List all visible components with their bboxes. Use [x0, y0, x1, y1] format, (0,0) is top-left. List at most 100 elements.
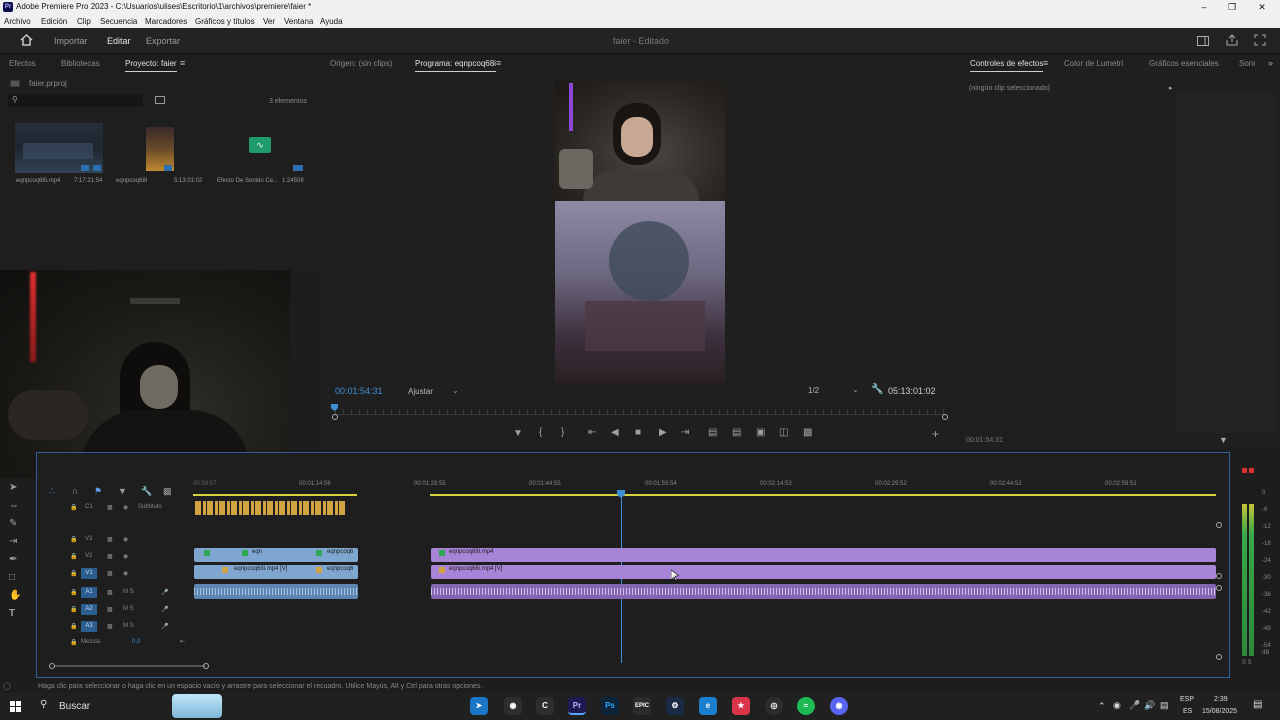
selection-tool-icon[interactable]: ➤ [9, 482, 17, 493]
lock-icon[interactable]: 🔒 [70, 536, 77, 543]
search-icon[interactable]: ⚲ [40, 699, 47, 710]
fit-dropdown[interactable]: Ajustar [408, 387, 433, 396]
captions-icon[interactable]: ▩ [163, 486, 172, 497]
time-ruler[interactable]: 00:59:57 00:01:14:56 00:01:29:55 00:01:4… [193, 479, 1217, 497]
tab-graficos-esenciales[interactable]: Gráficos esenciales [1149, 59, 1219, 68]
toggle-output-icon[interactable]: ▩ [107, 553, 113, 560]
audio-clip-a1-purple[interactable] [431, 584, 1216, 599]
track-id[interactable]: A2 [81, 604, 97, 615]
multicam-icon[interactable]: ▩ [803, 427, 812, 438]
new-bin-icon[interactable] [155, 96, 165, 104]
work-area-bar[interactable] [193, 494, 357, 496]
taskbar-search[interactable]: Buscar [59, 701, 90, 712]
eye-icon[interactable]: ◉ [123, 570, 128, 577]
menu-marcadores[interactable]: Marcadores [145, 17, 187, 26]
go-to-in-icon[interactable]: ⇤ [588, 427, 596, 438]
step-forward-icon[interactable]: ▶ [659, 427, 667, 438]
share-icon[interactable] [1226, 34, 1238, 46]
add-marker-icon[interactable]: ▼ [513, 428, 523, 439]
linked-selection-icon[interactable]: ⚑ [94, 486, 102, 497]
taskbar-ccleaner-icon[interactable]: C [536, 697, 554, 715]
taskbar-obs-icon[interactable]: ◉ [504, 697, 522, 715]
ripple-edit-tool-icon[interactable]: ✎ [9, 518, 17, 529]
panel-layout-icon[interactable] [1197, 36, 1209, 46]
taskbar-chrome-icon[interactable]: ◎ [765, 697, 783, 715]
comparison-view-icon[interactable]: ◫ [779, 427, 788, 438]
clip-v1-blue[interactable]: eqnpcoq68i.mp4 [V] eqnpcoq6 [194, 565, 358, 579]
zoom-handle-right[interactable] [942, 414, 948, 420]
vertical-zoom-handle[interactable] [1216, 654, 1222, 660]
restore-icon[interactable]: ❐ [1225, 1, 1239, 13]
vertical-zoom-handle[interactable] [1216, 585, 1222, 591]
tab-controles-efectos[interactable]: Controles de efectos [970, 59, 1044, 72]
program-scrubber[interactable] [335, 409, 945, 415]
audio-item-thumbnail[interactable]: ∿ [215, 123, 305, 173]
subtitle-clips[interactable] [195, 501, 347, 515]
resolution-dropdown[interactable]: 1/2 [808, 386, 819, 395]
lock-icon[interactable]: 🔒 [70, 589, 77, 596]
microphone-icon[interactable]: 🎤 [161, 606, 168, 613]
wrench-icon[interactable]: 🔧 [871, 384, 883, 395]
toggle-output-icon[interactable]: ▩ [107, 536, 113, 543]
tab-editar[interactable]: Editar [107, 36, 131, 46]
program-menu-icon[interactable]: ≡ [496, 58, 501, 68]
keyboard-language[interactable]: ESP [1180, 696, 1194, 703]
timeline-horizontal-scrollbar[interactable] [49, 663, 1219, 669]
menu-ayuda[interactable]: Ayuda [320, 17, 343, 26]
stop-icon[interactable]: ■ [635, 427, 641, 438]
taskbar-edge-browser-icon[interactable]: e [699, 697, 717, 715]
microphone-icon[interactable]: 🎤 [161, 623, 168, 630]
notifications-icon[interactable]: ▤ [1253, 699, 1262, 710]
tab-exportar[interactable]: Exportar [146, 36, 180, 46]
tab-importar[interactable]: Importar [54, 36, 88, 46]
clip-v2-purple[interactable]: eqnpcoq68i.mp4 [431, 548, 1216, 562]
mix-jump-icon[interactable]: ⇤ [180, 638, 185, 645]
audio-clip-a1-blue[interactable] [194, 584, 358, 599]
tab-lumetri[interactable]: Color de Lumetri [1064, 59, 1123, 68]
mix-value[interactable]: 0,0 [132, 639, 140, 645]
tab-sonido[interactable]: Soni [1239, 59, 1255, 68]
effects-menu-icon[interactable]: ≡ [1043, 58, 1048, 68]
menu-graficos[interactable]: Gráficos y títulos [195, 17, 255, 26]
clip-v2-blue[interactable]: eqn eqnpcoq6 [194, 548, 358, 562]
mute-solo[interactable]: M S [123, 606, 134, 612]
more-panels-icon[interactable]: » [1268, 58, 1273, 68]
windows-start-icon[interactable] [10, 701, 22, 713]
minimize-icon[interactable]: – [1197, 1, 1211, 13]
taskbar-epic-games-icon[interactable]: EPIC [633, 697, 651, 715]
toggle-output-icon[interactable]: ▩ [107, 504, 113, 511]
tray-mic-icon[interactable]: 🎤 [1129, 700, 1140, 711]
clip-v1-purple[interactable]: eqnpcoq68i.mp4 [V] [431, 565, 1216, 579]
tab-programa[interactable]: Programa: eqnpcoq68i [415, 59, 496, 72]
menu-ver[interactable]: Ver [263, 17, 275, 26]
taskbar-premiere-icon[interactable]: Pr [568, 697, 586, 715]
tab-bibliotecas[interactable]: Bibliotecas [61, 59, 100, 68]
mute-solo[interactable]: M S [123, 623, 134, 629]
go-to-out-icon[interactable]: ⇥ [681, 427, 689, 438]
lock-icon[interactable]: 🔒 [70, 504, 77, 511]
taskbar-discord-icon[interactable]: ◉ [830, 697, 848, 715]
vertical-zoom-handle[interactable] [1216, 573, 1222, 579]
microphone-icon[interactable]: 🎤 [161, 589, 168, 596]
lock-icon[interactable]: 🔒 [70, 553, 77, 560]
toggle-output-icon[interactable]: ▩ [107, 623, 113, 630]
zoom-handle-left[interactable] [332, 414, 338, 420]
snap-icon[interactable]: ∴ [49, 486, 55, 497]
rectangle-tool-icon[interactable]: □ [9, 572, 15, 583]
menu-secuencia[interactable]: Secuencia [100, 17, 137, 26]
weather-widget-icon[interactable] [172, 694, 222, 718]
tray-volume-icon[interactable]: 🔊 [1144, 700, 1155, 711]
export-frame-camera-icon[interactable]: ▣ [756, 427, 765, 438]
menu-edicion[interactable]: Edición [41, 17, 67, 26]
pen-tool-icon[interactable]: ✒ [9, 554, 17, 565]
toggle-output-icon[interactable]: ▩ [107, 570, 113, 577]
hand-tool-icon[interactable]: ✋ [9, 590, 21, 601]
lock-icon[interactable]: 🔒 [70, 570, 77, 577]
toggle-output-icon[interactable]: ▩ [107, 589, 113, 596]
magnet-icon[interactable]: ∩ [72, 486, 78, 496]
menu-ventana[interactable]: Ventana [284, 17, 313, 26]
lock-icon[interactable]: 🔒 [70, 606, 77, 613]
lock-icon[interactable]: 🔒 [70, 623, 77, 630]
tab-origen[interactable]: Origen: (sin clips) [330, 59, 392, 68]
menu-clip[interactable]: Clip [77, 17, 91, 26]
